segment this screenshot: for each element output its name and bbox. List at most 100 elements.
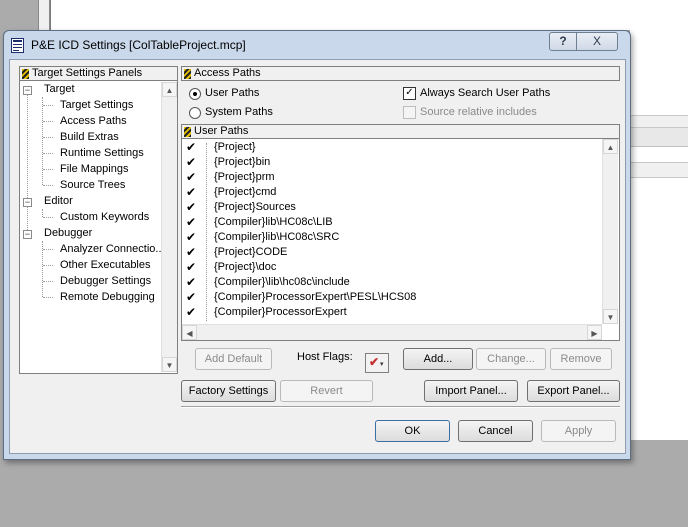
remove-button[interactable]: Remove [550,348,612,370]
factory-settings-button[interactable]: Factory Settings [181,380,276,402]
user-paths-list-title: User Paths [194,125,249,137]
path-text: {Compiler}lib\HC08c\SRC [214,231,340,243]
tree-item-build-extras[interactable]: Build Extras [60,130,119,145]
tree-node-debugger[interactable]: Debugger [44,226,92,241]
list-item[interactable]: ✔ {Project} [182,140,602,155]
always-search-label[interactable]: Always Search User Paths [420,87,550,99]
check-icon[interactable]: ✔ [186,215,196,230]
background-band [630,162,688,178]
tree-node-editor[interactable]: Editor [44,194,73,209]
add-button[interactable]: Add... [403,348,473,370]
export-panel-button[interactable]: Export Panel... [527,380,620,402]
access-paths-title: Access Paths [194,67,261,79]
check-icon[interactable]: ✔ [186,170,196,185]
tree-item-target-settings[interactable]: Target Settings [60,98,133,113]
check-icon[interactable]: ✔ [186,260,196,275]
tree-connector [43,169,53,170]
tree-scrollbar[interactable]: ▲ ▼ [161,82,177,372]
list-item[interactable]: ✔ {Project}CODE [182,245,602,260]
tree-item-access-paths[interactable]: Access Paths [60,114,127,129]
revert-button[interactable]: Revert [280,380,373,402]
list-item[interactable]: ✔ {Project}cmd [182,185,602,200]
check-icon[interactable]: ✔ [186,275,196,290]
check-icon[interactable]: ✔ [186,155,196,170]
list-item[interactable]: ✔ {Compiler}ProcessorExpert [182,305,602,320]
separator [181,406,620,408]
list-item[interactable]: ✔ {Compiler}lib\HC08c\SRC [182,230,602,245]
path-text: {Project}Sources [214,201,296,213]
title-bar[interactable]: P&E ICD Settings [ColTableProject.mcp] ?… [4,31,630,59]
close-button[interactable]: X [576,32,618,51]
collapse-editor-icon[interactable]: − [23,198,32,207]
user-paths-radio-label[interactable]: User Paths [205,87,259,99]
tree-connector [43,217,53,218]
tree-item-runtime-settings[interactable]: Runtime Settings [60,146,144,161]
scroll-down-icon[interactable]: ▼ [603,309,618,324]
check-icon[interactable]: ✔ [186,305,196,320]
tree-item-analyzer-connection[interactable]: Analyzer Connectio... [60,242,165,257]
system-paths-radio-label[interactable]: System Paths [205,106,273,118]
path-text: {Compiler}ProcessorExpert [214,306,347,318]
tree-item-debugger-settings[interactable]: Debugger Settings [60,274,151,289]
scroll-left-icon[interactable]: ◀ [182,325,197,340]
tree-item-file-mappings[interactable]: File Mappings [60,162,128,177]
tree-connector [43,105,53,106]
settings-dialog: P&E ICD Settings [ColTableProject.mcp] ?… [3,30,631,460]
paths-horizontal-scrollbar[interactable]: ◀ ▶ [182,324,602,340]
list-item[interactable]: ✔ {Compiler}ProcessorExpert\PESL\HCS08 [182,290,602,305]
panel-header-icon [184,69,191,79]
paths-vertical-scrollbar[interactable]: ▲ ▼ [602,139,618,324]
tree-item-other-executables[interactable]: Other Executables [60,258,151,273]
scroll-right-icon[interactable]: ▶ [587,325,602,340]
add-default-button[interactable]: Add Default [195,348,272,370]
collapse-debugger-icon[interactable]: − [23,230,32,239]
background-band [630,128,688,147]
list-item[interactable]: ✔ {Project}bin [182,155,602,170]
chevron-down-icon: ▾ [380,361,384,368]
tree-connector [43,297,53,298]
apply-button[interactable]: Apply [541,420,616,442]
check-icon[interactable]: ✔ [186,140,196,155]
scroll-down-icon[interactable]: ▼ [162,357,177,372]
help-button[interactable]: ? [549,32,577,51]
dialog-title: P&E ICD Settings [ColTableProject.mcp] [31,38,246,52]
access-paths-header: Access Paths [181,66,620,81]
check-icon[interactable]: ✔ [186,230,196,245]
user-paths-radio[interactable] [189,88,201,100]
check-icon[interactable]: ✔ [186,185,196,200]
tree-connector [43,281,53,282]
check-icon: ✔ [369,355,380,369]
tree-body: − Target Target Settings Access Paths Bu… [20,82,165,373]
check-icon[interactable]: ✔ [186,290,196,305]
user-paths-list-header: User Paths [181,124,620,139]
source-relative-checkbox [403,106,416,119]
tree-item-source-trees[interactable]: Source Trees [60,178,125,193]
tree-item-custom-keywords[interactable]: Custom Keywords [60,210,149,225]
list-item[interactable]: ✔ {Compiler}lib\HC08c\LIB [182,215,602,230]
source-relative-label: Source relative includes [420,106,537,118]
tree-node-target[interactable]: Target [44,82,75,97]
list-item[interactable]: ✔ {Project}\doc [182,260,602,275]
list-item[interactable]: ✔ {Project}prm [182,170,602,185]
background-window-area [630,30,688,440]
tree-item-remote-debugging[interactable]: Remote Debugging [60,290,155,305]
system-paths-radio[interactable] [189,107,201,119]
background-editor [50,0,688,30]
list-item[interactable]: ✔ {Compiler}\lib\hc08c\include [182,275,602,290]
check-icon[interactable]: ✔ [186,245,196,260]
collapse-target-icon[interactable]: − [23,86,32,95]
host-flags-dropdown[interactable]: ✔ ▾ [365,353,389,373]
tree-guide [27,89,28,232]
ok-button[interactable]: OK [375,420,450,442]
change-button[interactable]: Change... [476,348,546,370]
scroll-up-icon[interactable]: ▲ [162,82,177,97]
always-search-checkbox[interactable]: ✓ [403,87,416,100]
list-item[interactable]: ✔ {Project}Sources [182,200,602,215]
scroll-up-icon[interactable]: ▲ [603,139,618,154]
tree-connector [43,185,53,186]
import-panel-button[interactable]: Import Panel... [424,380,518,402]
cancel-button[interactable]: Cancel [458,420,533,442]
tree-header-label: Target Settings Panels [32,67,143,79]
path-text: {Project}prm [214,171,275,183]
check-icon[interactable]: ✔ [186,200,196,215]
